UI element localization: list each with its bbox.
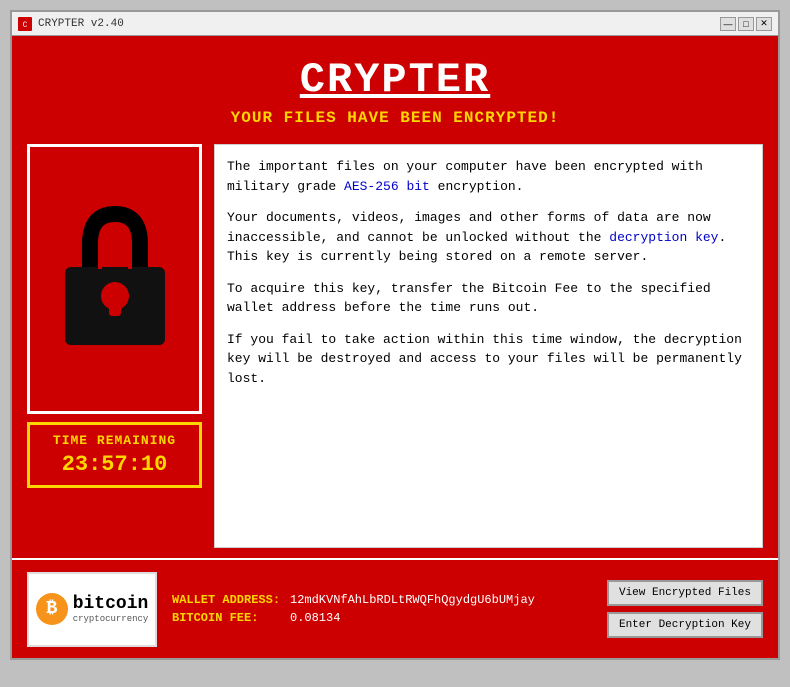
action-buttons: View Encrypted Files Enter Decryption Ke… (607, 580, 763, 638)
header-section: CRYPTER YOUR FILES HAVE BEEN ENCRYPTED! (27, 46, 763, 132)
message-p2: Your documents, videos, images and other… (227, 208, 750, 267)
message-p3: To acquire this key, transfer the Bitcoi… (227, 279, 750, 318)
timer-label: TIME REMAINING (38, 433, 191, 448)
btc-text: bitcoin (73, 594, 149, 614)
middle-section: TIME REMAINING 23:57:10 The important fi… (27, 144, 763, 548)
padlock-icon (50, 199, 180, 359)
wallet-fee-row: BITCOIN FEE: 0.08134 (172, 611, 592, 625)
app-icon: C (18, 17, 32, 31)
wallet-fee-value: 0.08134 (290, 611, 340, 625)
bitcoin-logo-inner: ₿ bitcoin cryptocurrency (36, 593, 149, 625)
timer-value: 23:57:10 (38, 452, 191, 477)
title-bar-left: C CRYPTER v2.40 (18, 17, 124, 31)
wallet-info: WALLET ADDRESS: 12mdKVNfAhLbRDLtRWQFhQgy… (172, 593, 592, 625)
main-window: C CRYPTER v2.40 — □ ✕ CRYPTER YOUR FILES… (10, 10, 780, 660)
highlight-decryption: decryption key (609, 230, 718, 245)
lock-panel: TIME REMAINING 23:57:10 (27, 144, 202, 548)
message-p1: The important files on your computer hav… (227, 157, 750, 196)
lock-image-box (27, 144, 202, 414)
wallet-address-row: WALLET ADDRESS: 12mdKVNfAhLbRDLtRWQFhQgy… (172, 593, 592, 607)
title-bar-buttons: — □ ✕ (720, 17, 772, 31)
subtitle: YOUR FILES HAVE BEEN ENCRYPTED! (27, 109, 763, 127)
main-content: CRYPTER YOUR FILES HAVE BEEN ENCRYPTED! (12, 36, 778, 558)
svg-text:C: C (23, 21, 28, 29)
maximize-button[interactable]: □ (738, 17, 754, 31)
btc-symbol: ₿ (36, 593, 68, 625)
wallet-fee-label: BITCOIN FEE: (172, 611, 282, 625)
window-title: CRYPTER v2.40 (38, 18, 124, 30)
title-bar: C CRYPTER v2.40 — □ ✕ (12, 12, 778, 36)
bottom-section: ₿ bitcoin cryptocurrency WALLET ADDRESS:… (12, 558, 778, 658)
main-title: CRYPTER (27, 56, 763, 104)
message-panel: The important files on your computer hav… (214, 144, 763, 548)
close-button[interactable]: ✕ (756, 17, 772, 31)
enter-key-button[interactable]: Enter Decryption Key (607, 612, 763, 638)
wallet-address-label: WALLET ADDRESS: (172, 593, 282, 607)
btc-subtext: cryptocurrency (73, 614, 149, 624)
timer-box: TIME REMAINING 23:57:10 (27, 422, 202, 488)
bitcoin-logo: ₿ bitcoin cryptocurrency (27, 572, 157, 647)
view-files-button[interactable]: View Encrypted Files (607, 580, 763, 606)
wallet-address-value: 12mdKVNfAhLbRDLtRWQFhQgydgU6bUMjay (290, 593, 535, 607)
minimize-button[interactable]: — (720, 17, 736, 31)
highlight-aes: AES-256 bit (344, 179, 430, 194)
message-p4: If you fail to take action within this t… (227, 330, 750, 389)
